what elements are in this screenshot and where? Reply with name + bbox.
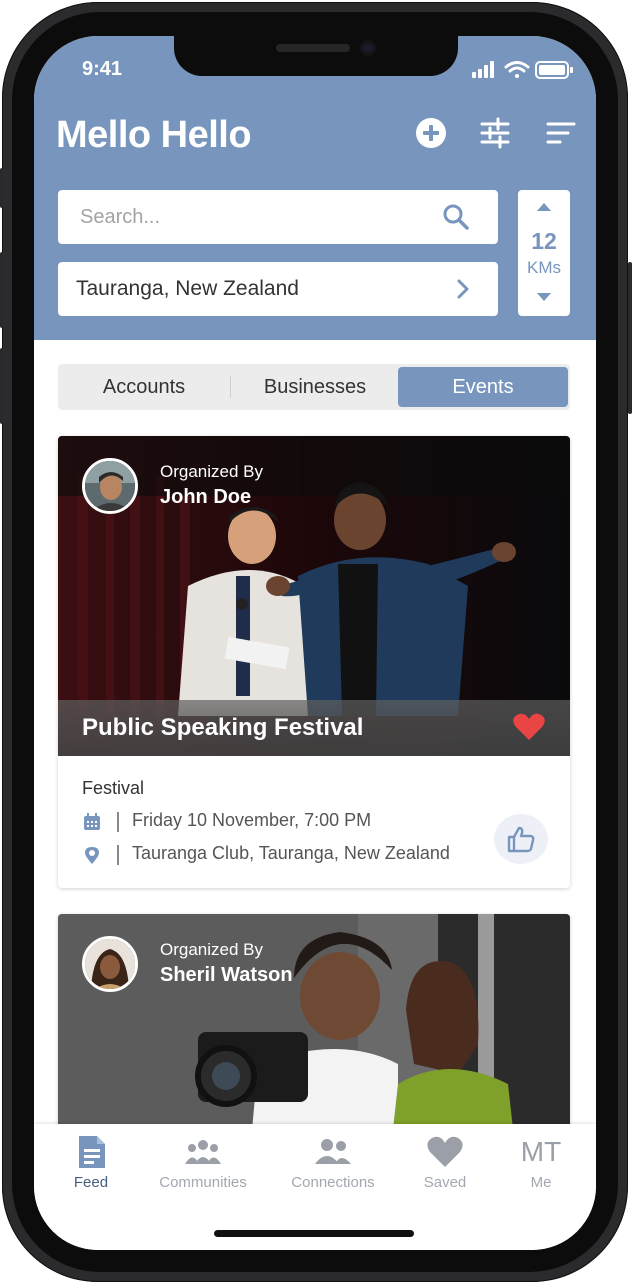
feed-tabs: Accounts Businesses Events bbox=[58, 364, 570, 410]
power-button bbox=[628, 262, 632, 414]
decrease-distance-icon[interactable] bbox=[536, 292, 552, 302]
event-category: Festival bbox=[82, 778, 145, 798]
notch bbox=[174, 36, 458, 76]
wifi-icon bbox=[504, 61, 530, 78]
sort-lines-icon[interactable] bbox=[544, 116, 578, 150]
location-selector[interactable]: Tauranga, New Zealand bbox=[58, 262, 498, 316]
nav-label: Feed bbox=[73, 1174, 109, 1191]
like-button[interactable] bbox=[494, 814, 548, 864]
search-icon[interactable] bbox=[442, 203, 470, 231]
status-time: 9:41 bbox=[82, 58, 123, 80]
volume-down-button bbox=[0, 348, 4, 424]
app-header: 9:41 Mello Hello Search... Tauranga, New… bbox=[34, 36, 596, 340]
status-icons bbox=[472, 58, 576, 82]
nav-label: Communities bbox=[159, 1174, 247, 1191]
front-camera bbox=[360, 40, 376, 56]
event-title[interactable]: Public Speaking Festival bbox=[82, 714, 363, 742]
info-separator bbox=[117, 812, 119, 832]
favorite-heart-icon[interactable] bbox=[512, 712, 546, 742]
tab-accounts[interactable]: Accounts bbox=[58, 364, 230, 410]
communities-icon bbox=[185, 1140, 221, 1164]
organized-by-label: Organized By bbox=[160, 462, 263, 481]
location-value: Tauranga, New Zealand bbox=[76, 277, 299, 300]
nav-label: Me bbox=[530, 1174, 552, 1191]
battery-icon bbox=[535, 61, 573, 79]
nav-feed[interactable]: Feed bbox=[36, 1134, 146, 1191]
mute-switch bbox=[0, 168, 4, 208]
distance-value: 12 bbox=[531, 228, 557, 254]
feed-document-icon bbox=[79, 1136, 105, 1168]
home-indicator[interactable] bbox=[214, 1230, 414, 1237]
organizer-name[interactable]: Sheril Watson bbox=[160, 964, 293, 987]
search-bar bbox=[58, 190, 498, 244]
earpiece-speaker bbox=[276, 44, 350, 52]
nav-label: Saved bbox=[423, 1174, 467, 1191]
nav-connections[interactable]: Connections bbox=[278, 1134, 388, 1191]
distance-unit: KMs bbox=[527, 258, 561, 277]
add-circle-icon[interactable] bbox=[414, 116, 448, 150]
heart-icon bbox=[427, 1136, 463, 1167]
info-separator bbox=[117, 845, 119, 865]
nav-label: Connections bbox=[291, 1174, 375, 1191]
tab-businesses[interactable]: Businesses bbox=[230, 364, 400, 410]
distance-stepper: 12 KMs bbox=[518, 190, 570, 316]
organizer-avatar[interactable] bbox=[82, 458, 138, 514]
location-pin-icon bbox=[85, 847, 99, 864]
profile-initials: MT bbox=[520, 1136, 562, 1167]
tab-events[interactable]: Events bbox=[398, 367, 568, 407]
nav-saved[interactable]: Saved bbox=[390, 1134, 500, 1191]
app-screen: 9:41 Mello Hello Search... Tauranga, New… bbox=[34, 36, 596, 1250]
organized-by-label: Organized By bbox=[160, 940, 263, 959]
volume-up-button bbox=[0, 252, 4, 328]
filter-sliders-icon[interactable] bbox=[478, 116, 512, 150]
organizer-avatar[interactable] bbox=[82, 936, 138, 992]
app-logo: Mello Hello bbox=[56, 114, 252, 156]
search-input[interactable] bbox=[58, 190, 450, 244]
nav-me[interactable]: MT Me bbox=[486, 1134, 596, 1191]
chevron-right-icon bbox=[457, 279, 469, 299]
event-card[interactable]: Organized By John Doe Public Speaking Fe… bbox=[58, 436, 570, 888]
event-datetime: Friday 10 November, 7:00 PM bbox=[132, 810, 372, 830]
calendar-icon bbox=[84, 813, 100, 830]
event-title-bar: Public Speaking Festival bbox=[58, 700, 570, 756]
signal-icon bbox=[472, 61, 494, 78]
nav-communities[interactable]: Communities bbox=[148, 1134, 258, 1191]
thumbs-up-icon bbox=[507, 826, 535, 853]
connections-icon bbox=[315, 1139, 351, 1164]
organizer-name[interactable]: John Doe bbox=[160, 486, 251, 509]
increase-distance-icon[interactable] bbox=[536, 202, 552, 212]
event-venue: Tauranga Club, Tauranga, New Zealand bbox=[132, 843, 450, 863]
